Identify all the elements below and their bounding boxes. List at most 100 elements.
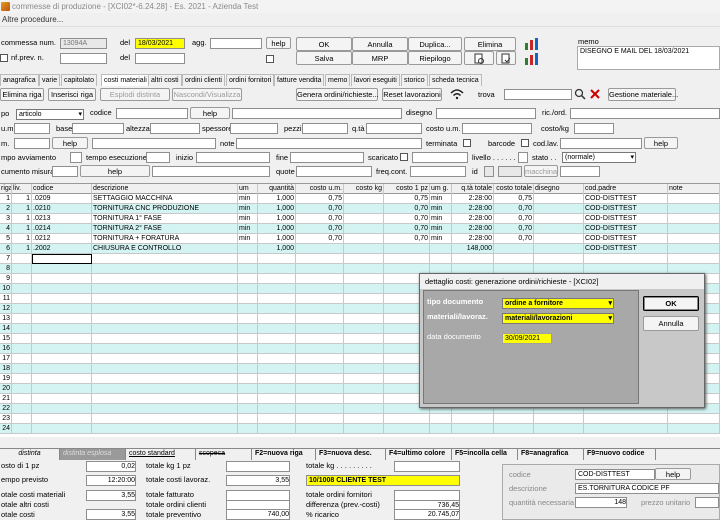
cell-codice[interactable] xyxy=(32,354,92,364)
tab-lavori-eseguiti[interactable]: lavori eseguiti xyxy=(351,74,400,86)
panel-prezzo-field[interactable] xyxy=(695,497,719,508)
cell-costo-kg[interactable] xyxy=(344,224,384,234)
cell-riga[interactable]: 15 xyxy=(0,334,12,344)
cell-disegno[interactable] xyxy=(534,414,584,424)
cell-riga[interactable]: 14 xyxy=(0,324,12,334)
cell-qta-tot[interactable]: 2:28:00 xyxy=(452,194,494,204)
tempo-esec-field[interactable] xyxy=(146,152,170,163)
cell-quantita[interactable]: 1,000 xyxy=(258,214,296,224)
cell-quantita[interactable] xyxy=(258,384,296,394)
cell-riga[interactable]: 11 xyxy=(0,294,12,304)
cell-riga[interactable]: 20 xyxy=(0,384,12,394)
cell-liv[interactable] xyxy=(12,264,32,274)
trova-field[interactable] xyxy=(504,89,572,100)
tab-memo[interactable]: memo xyxy=(325,74,351,86)
nf-date-field[interactable] xyxy=(135,53,185,64)
cell-um[interactable] xyxy=(238,264,258,274)
commessa-num-field[interactable]: 13094A xyxy=(60,38,107,49)
cell-note[interactable] xyxy=(668,254,720,264)
cell-cod-padre[interactable] xyxy=(584,414,668,424)
cell-umg[interactable]: min xyxy=(430,224,452,234)
disegno-field[interactable] xyxy=(436,108,536,119)
cell-quantita[interactable] xyxy=(258,324,296,334)
cell-quantita[interactable]: 1,000 xyxy=(258,224,296,234)
cell-quantita[interactable] xyxy=(258,274,296,284)
cell-descrizione[interactable] xyxy=(92,294,238,304)
cell-costo-um[interactable] xyxy=(296,324,344,334)
cell-costo-um[interactable] xyxy=(296,244,344,254)
doc-extra-field[interactable] xyxy=(152,166,270,177)
cell-note[interactable] xyxy=(668,214,720,224)
cell-liv[interactable] xyxy=(12,394,32,404)
cell-costo-1pz[interactable]: 0,70 xyxy=(384,224,430,234)
cell-codice[interactable]: .0213 xyxy=(32,214,92,224)
tipo-select[interactable]: articolo xyxy=(16,109,84,120)
cell-umg[interactable]: min xyxy=(430,204,452,214)
cell-descrizione[interactable] xyxy=(92,414,238,424)
cell-costo-um[interactable] xyxy=(296,364,344,374)
document-check-icon[interactable] xyxy=(496,51,516,65)
tab-anagrafica[interactable]: anagrafica xyxy=(0,74,39,86)
cell-riga[interactable]: 24 xyxy=(0,424,12,434)
cell-um[interactable]: min xyxy=(238,224,258,234)
col-cod-padre[interactable]: cod.padre xyxy=(584,184,668,194)
cell-codice[interactable] xyxy=(32,304,92,314)
cell-descrizione[interactable]: TORNITURA 2° FASE xyxy=(92,224,238,234)
cell-umg[interactable]: min xyxy=(430,194,452,204)
footer-f4[interactable]: F4=ultimo colore xyxy=(386,449,452,460)
cell-um[interactable]: min xyxy=(238,234,258,244)
cell-quantita[interactable] xyxy=(258,344,296,354)
cod-lav-field[interactable] xyxy=(560,138,642,149)
cell-costo-um[interactable] xyxy=(296,354,344,364)
cell-riga[interactable]: 9 xyxy=(0,274,12,284)
cod-lav-help-button[interactable]: help xyxy=(644,137,678,149)
nf-prev-checkbox[interactable] xyxy=(0,54,8,62)
annulla-button[interactable]: Annulla xyxy=(352,37,408,51)
cell-quantita[interactable] xyxy=(258,364,296,374)
cell-liv[interactable] xyxy=(12,354,32,364)
date-field[interactable]: 18/03/2021 xyxy=(135,38,185,49)
cell-um[interactable] xyxy=(238,374,258,384)
cell-costo-1pz[interactable]: 0,70 xyxy=(384,234,430,244)
cell-cod-padre[interactable]: COD-DISTTEST xyxy=(584,204,668,214)
cell-quantita[interactable] xyxy=(258,254,296,264)
cell-liv[interactable] xyxy=(12,414,32,424)
pezzi-field[interactable] xyxy=(302,123,348,134)
cell-costo-kg[interactable] xyxy=(344,274,384,284)
descrizione-field[interactable] xyxy=(232,108,402,119)
stato-select[interactable]: (normale) xyxy=(562,152,636,163)
cell-codice[interactable] xyxy=(32,424,92,434)
cell-riga[interactable]: 7 xyxy=(0,254,12,264)
cell-costo-kg[interactable] xyxy=(344,244,384,254)
cell-codice[interactable] xyxy=(32,404,92,414)
cell-liv[interactable] xyxy=(12,324,32,334)
clear-icon[interactable] xyxy=(589,88,601,100)
cell-um[interactable] xyxy=(238,364,258,374)
cell-um[interactable] xyxy=(238,344,258,354)
cell-um[interactable] xyxy=(238,414,258,424)
qta-field[interactable] xyxy=(366,123,422,134)
cell-liv[interactable] xyxy=(12,384,32,394)
cell-riga[interactable]: 6 xyxy=(0,244,12,254)
cell-costo-um[interactable]: 0,70 xyxy=(296,214,344,224)
cell-note[interactable] xyxy=(668,244,720,254)
cell-liv[interactable]: 1 xyxy=(12,204,32,214)
nf-prev-field[interactable] xyxy=(60,53,107,64)
cell-codice[interactable]: .0212 xyxy=(32,234,92,244)
cell-liv[interactable] xyxy=(12,424,32,434)
cell-costo-1pz[interactable]: 0,75 xyxy=(384,194,430,204)
cell-costo-tot[interactable] xyxy=(494,244,534,254)
cell-riga[interactable]: 16 xyxy=(0,344,12,354)
cell-disegno[interactable] xyxy=(534,194,584,204)
cell-codice[interactable] xyxy=(32,264,92,274)
tab-ordini-fornitori[interactable]: ordini fornitori xyxy=(226,74,275,86)
cell-costo-kg[interactable] xyxy=(344,204,384,214)
tempo-avv-field[interactable] xyxy=(70,152,82,163)
reset-lavorazioni-button[interactable]: Reset lavorazioni xyxy=(382,88,442,101)
table-row[interactable]: 4 1.0214 TORNITURA 2° FASE min 1,000 0,70 0,70… xyxy=(0,224,720,234)
cell-um[interactable] xyxy=(238,244,258,254)
cell-note[interactable] xyxy=(668,414,720,424)
cell-riga[interactable]: 13 xyxy=(0,314,12,324)
panel-codice-field[interactable]: COD-DISTTEST xyxy=(575,469,655,480)
panel-descrizione-field[interactable]: ES.TORNITURA CODICE PF xyxy=(575,483,719,494)
